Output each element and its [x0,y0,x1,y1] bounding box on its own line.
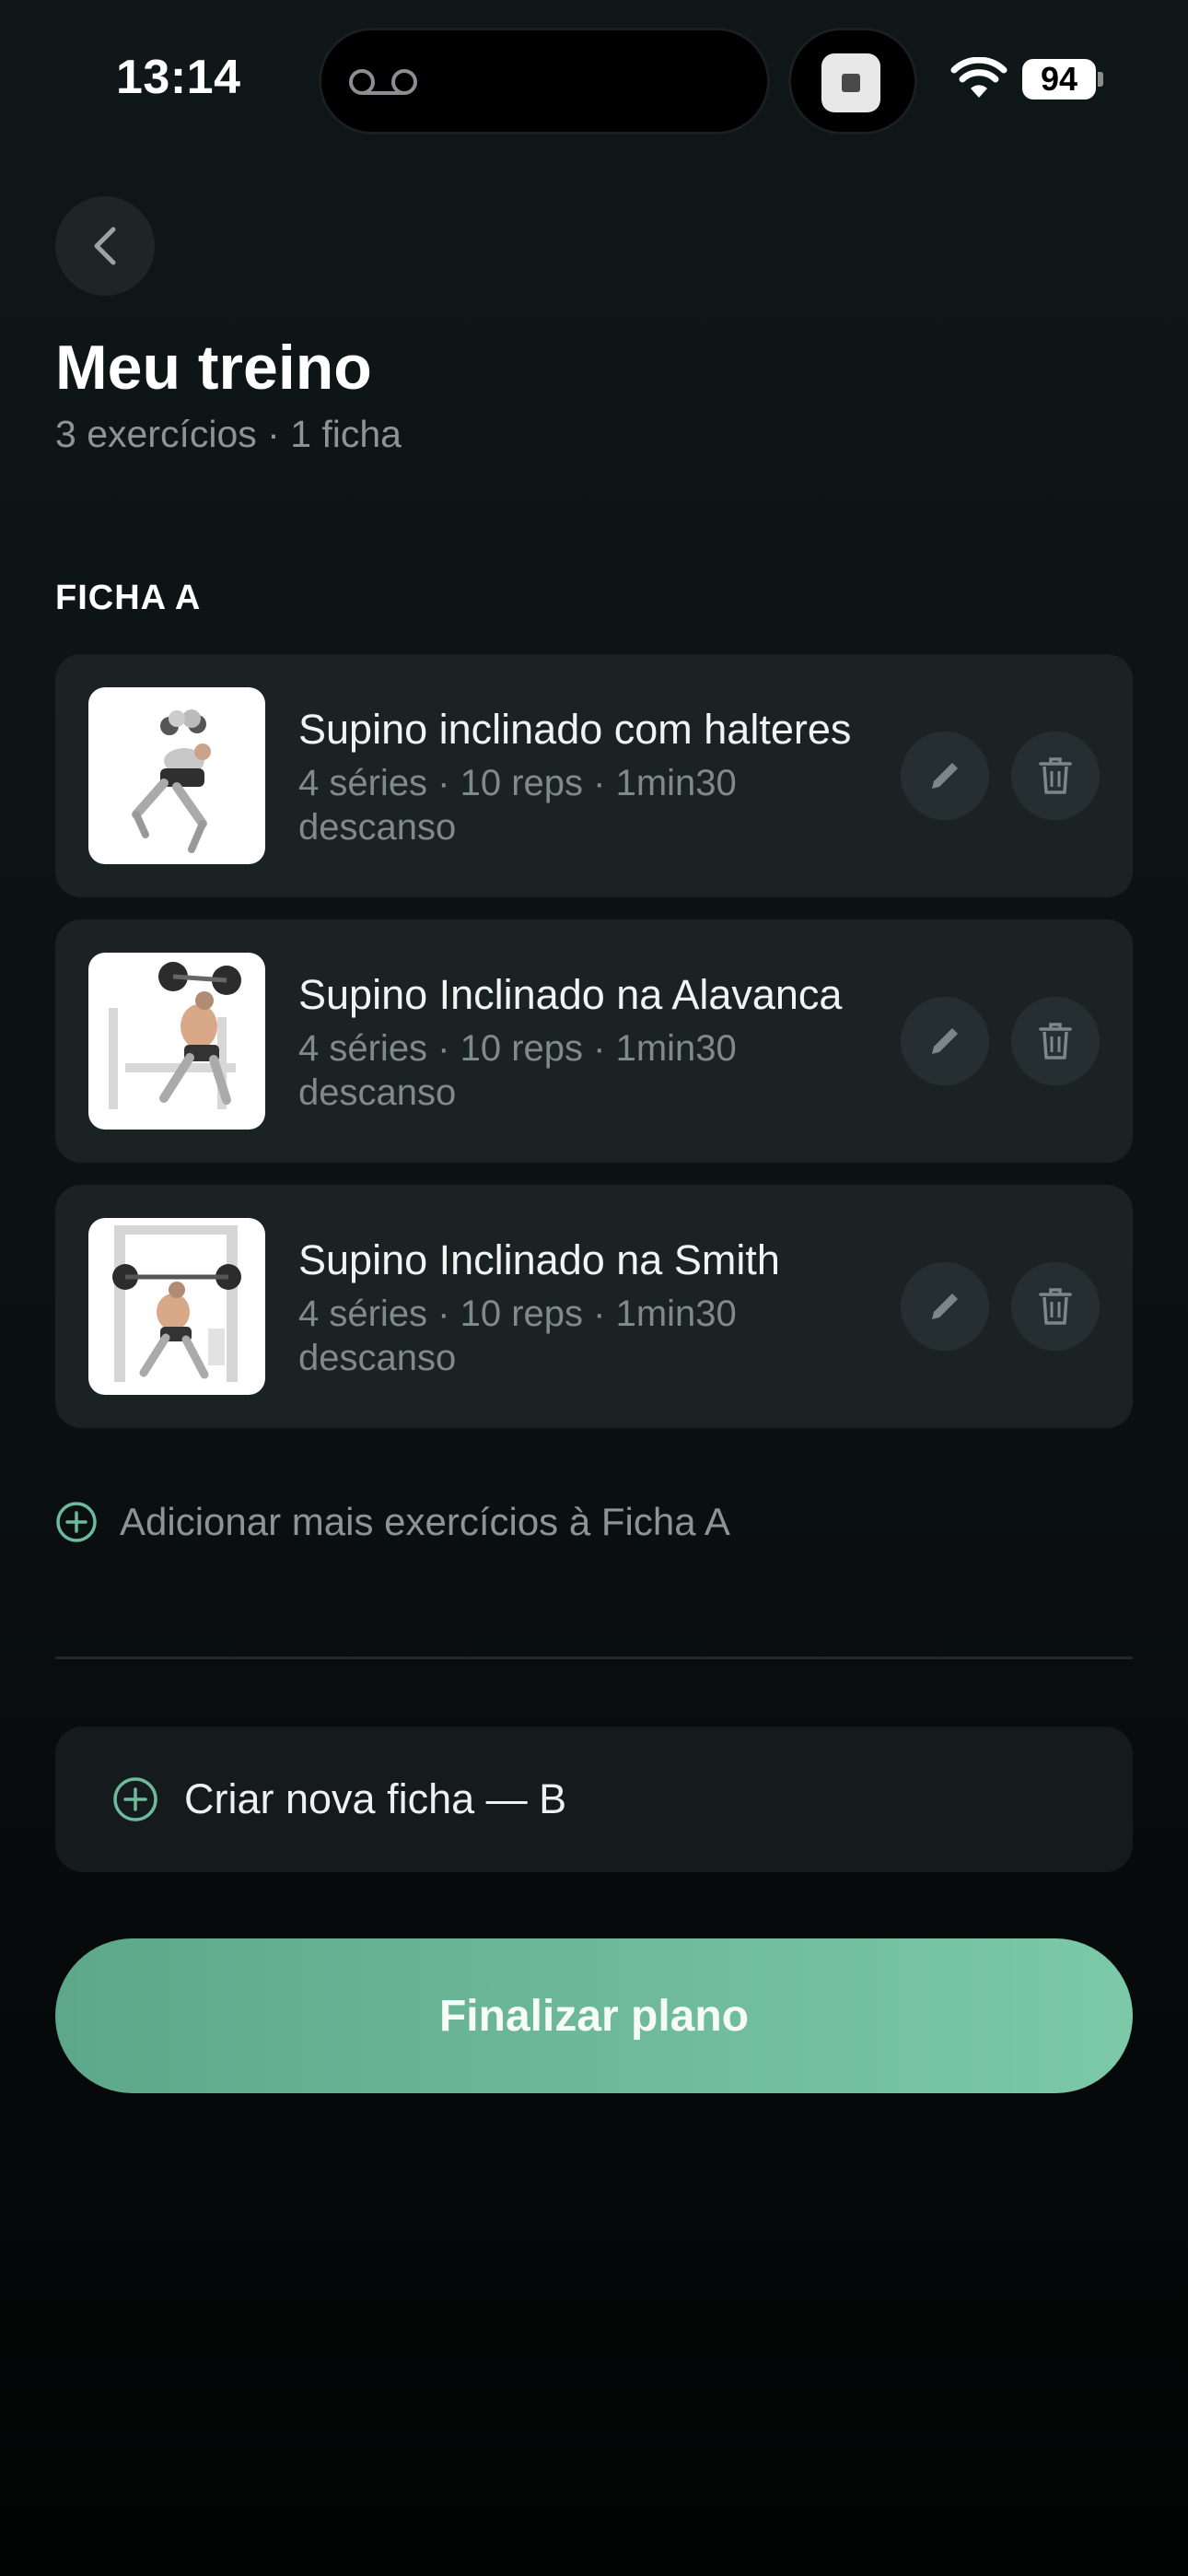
exercise-name: Supino Inclinado na Alavanca [298,971,843,1018]
exercise-card[interactable]: Supino Inclinado na Alavanca 4 séries · … [55,919,1133,1163]
exercise-card[interactable]: Supino inclinado com halteres 4 séries ·… [55,654,1133,897]
voicemail-icon [349,69,417,95]
add-more-exercises-button[interactable]: Adicionar mais exercícios à Ficha A [55,1500,730,1544]
edit-button[interactable] [901,1262,989,1351]
exercise-meta: 4 séries · 10 reps · 1min30 descanso [298,763,737,848]
edit-pencil-icon [932,1028,958,1054]
edit-pencil-icon [932,763,958,789]
battery-indicator: 94 [1022,59,1096,100]
exercise-card[interactable]: Supino Inclinado na Smith 4 séries · 10 … [55,1185,1133,1428]
new-sheet-label: Criar nova ficha — B [184,1775,567,1822]
delete-button[interactable] [1011,1262,1100,1351]
add-more-label: Adicionar mais exercícios à Ficha A [120,1500,730,1543]
app-glyph [842,74,860,92]
plus-circle-icon [56,1502,97,1542]
back-chevron-icon [94,227,116,265]
exercise-thumbnail [88,1218,265,1395]
exercise-name: Supino inclinado com halteres [298,706,852,753]
section-label-ficha-a: FICHA A [55,579,202,617]
trash-icon [1039,757,1072,794]
finish-plan-button[interactable]: Finalizar plano [55,1938,1133,2093]
delete-button[interactable] [1011,732,1100,820]
trash-icon [1039,1288,1072,1325]
divider [55,1657,1133,1659]
trash-icon [1039,1023,1072,1060]
finish-plan-label: Finalizar plano [438,1991,750,2041]
exercise-thumbnail [88,953,265,1130]
delete-button[interactable] [1011,997,1100,1085]
exercise-name: Supino Inclinado na Smith [298,1236,780,1283]
edit-button[interactable] [901,732,989,820]
exercise-thumbnail [88,687,265,864]
plus-circle-icon [113,1777,157,1821]
exercise-meta: 4 séries · 10 reps · 1min30 descanso [298,1028,737,1113]
exercise-illustration [132,709,211,853]
edit-button[interactable] [901,997,989,1085]
exercise-meta: 4 séries · 10 reps · 1min30 descanso [298,1294,737,1378]
exercise-illustration [109,962,241,1109]
back-button[interactable] [55,196,155,296]
wifi-icon [950,57,1007,98]
page-title: Meu treino [55,333,372,403]
page-subtitle: 3 exercícios · 1 ficha [55,413,402,455]
battery-tip [1098,72,1103,87]
edit-pencil-icon [932,1294,958,1319]
create-new-sheet-button[interactable]: Criar nova ficha — B [55,1727,1133,1872]
status-time: 13:14 [116,51,241,104]
exercise-illustration [112,1225,241,1382]
